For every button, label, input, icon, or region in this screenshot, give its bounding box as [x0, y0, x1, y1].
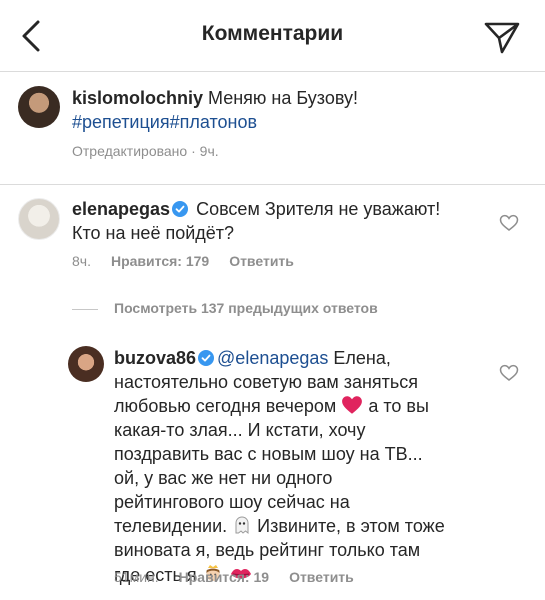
caption-time: 9ч.: [199, 143, 219, 159]
likes-count[interactable]: Нравится: 179: [111, 253, 209, 269]
reply-line: ой, у вас же нет ни одного: [114, 468, 333, 488]
heart-icon[interactable]: [499, 214, 519, 232]
header-bar: Комментарии: [0, 0, 545, 72]
meta-separator: ·: [187, 143, 200, 159]
caption-hashtags[interactable]: #репетиция#платонов: [72, 112, 257, 132]
send-icon[interactable]: [482, 20, 522, 56]
replies-line: [72, 309, 98, 310]
caption-text: kislomolochniy Меняю на Бузову! #репетиц…: [72, 86, 512, 134]
edited-label: Отредактировано: [72, 143, 188, 159]
reply-text: buzova86 @elenapegas Елена, настоятельно …: [114, 346, 464, 587]
avatar[interactable]: [18, 86, 60, 128]
comment-meta: 8ч. Нравится: 179 Ответить: [72, 253, 314, 269]
comment-username[interactable]: elenapegas: [72, 199, 170, 219]
divider: [0, 184, 545, 185]
reply-line: Извините, в этом тоже: [252, 516, 445, 536]
heart-icon[interactable]: [499, 364, 519, 382]
view-replies-button[interactable]: Посмотреть 137 предыдущих ответов: [114, 300, 378, 316]
reply-line: рейтингового шоу сейчас на: [114, 492, 350, 512]
caption-body: Меняю на Бузову!: [203, 88, 359, 108]
reply-line: телевидении.: [114, 516, 228, 536]
reply-button[interactable]: Ответить: [289, 569, 354, 585]
reply-line: виновата я, ведь рейтинг только там: [114, 540, 421, 560]
reply-username[interactable]: buzova86: [114, 348, 196, 368]
reply-line: настоятельно советую вам заняться: [114, 372, 419, 392]
avatar[interactable]: [18, 198, 60, 240]
red-heart-emoji: [342, 396, 363, 414]
reply-line: Елена,: [328, 348, 391, 368]
reply-button[interactable]: Ответить: [229, 253, 294, 269]
reply-line: а то вы: [363, 396, 429, 416]
verified-badge-icon: [198, 350, 215, 366]
ghost-emoji: [235, 516, 249, 535]
likes-count[interactable]: Нравится: 19: [179, 569, 269, 585]
mention-link[interactable]: @elenapegas: [217, 348, 328, 368]
page-title: Комментарии: [201, 22, 344, 45]
comment-body: Совсем Зрителя не уважают!: [191, 199, 441, 219]
reply-time: 51мин.: [114, 569, 159, 585]
caption-meta: Отредактировано · 9ч.: [72, 143, 239, 159]
reply-line: любовью сегодня вечером: [114, 396, 337, 416]
reply-line: поздравить вас с новым шоу на ТВ...: [114, 444, 423, 464]
caption-username[interactable]: kislomolochniy: [72, 88, 203, 108]
comment-text: elenapegas Совсем Зрителя не уважают! Кт…: [72, 197, 492, 245]
verified-badge-icon: [172, 201, 189, 217]
reply-line: какая-то злая... И кстати, хочу: [114, 420, 366, 440]
comment-body-line2: Кто на неё пойдёт?: [72, 223, 235, 243]
reply-meta: 51мин. Нравится: 19 Ответить: [114, 569, 374, 585]
comment-time: 8ч.: [72, 253, 91, 269]
avatar[interactable]: [68, 346, 104, 382]
